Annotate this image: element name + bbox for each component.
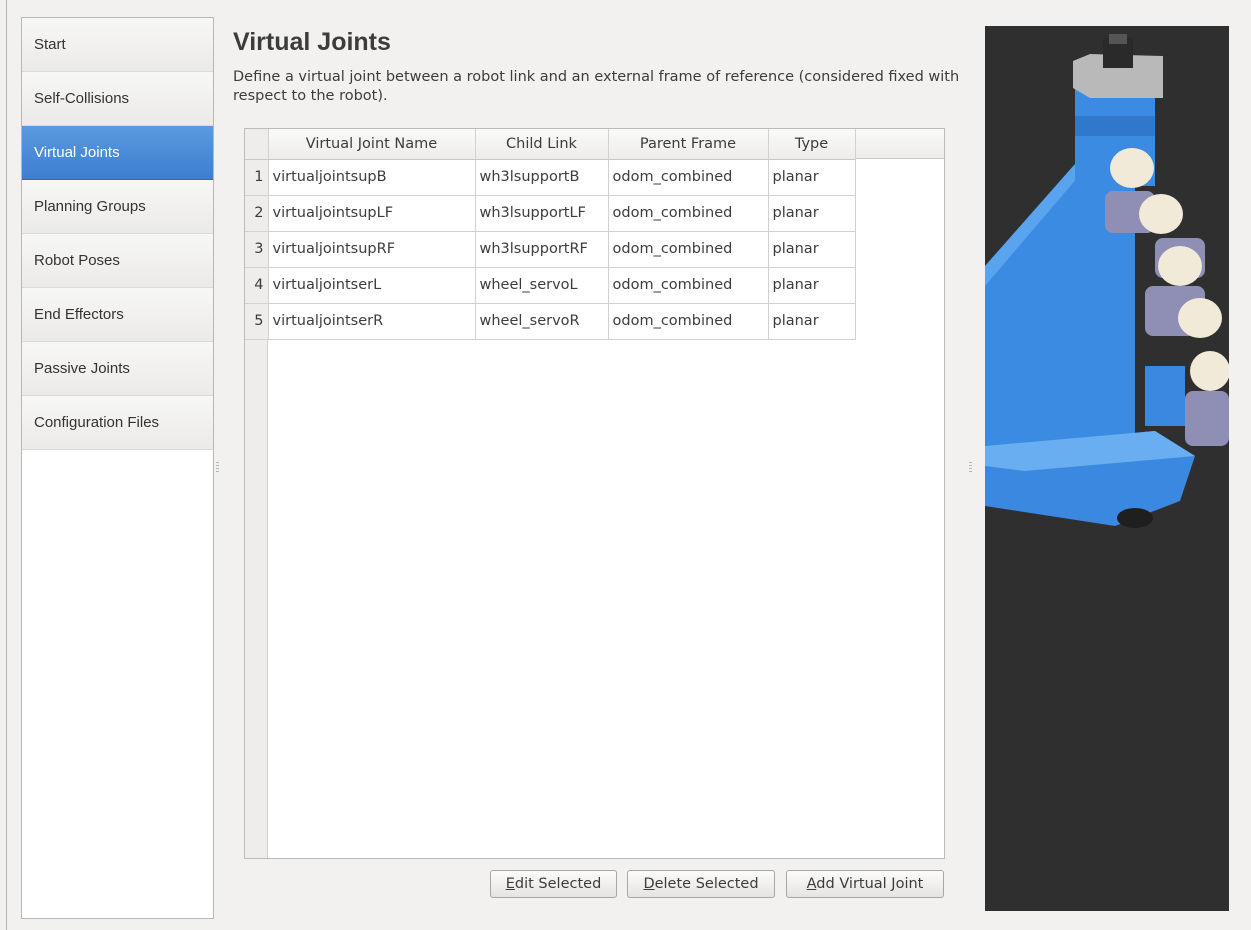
page-description: Define a virtual joint between a robot l… [233, 69, 960, 104]
sidebar-item-virtual-joints[interactable]: Virtual Joints [22, 126, 213, 180]
sidebar-item-configuration-files[interactable]: Configuration Files [22, 396, 213, 450]
column-header-name[interactable]: Virtual Joint Name [268, 129, 476, 160]
virtual-joints-table[interactable]: Virtual Joint Name Child Link Parent Fra… [244, 128, 945, 859]
sidebar-nav: Start Self-Collisions Virtual Joints Pla… [21, 17, 214, 919]
robot-3d-viewport[interactable] [985, 26, 1229, 911]
column-header-type[interactable]: Type [768, 129, 856, 160]
corner-header[interactable] [245, 129, 269, 160]
delete-label: elete Selected [654, 876, 759, 892]
sidebar-item-robot-poses[interactable]: Robot Poses [22, 234, 213, 288]
cell-parent-frame[interactable]: odom_combined [608, 231, 769, 268]
virtual-joints-grid: Virtual Joint Name Child Link Parent Fra… [245, 129, 856, 340]
edit-label: dit Selected [514, 876, 602, 892]
delete-mnemonic: D [643, 876, 655, 892]
column-header-parent-frame[interactable]: Parent Frame [608, 129, 769, 160]
add-label: dd Virtual Joint [816, 876, 924, 892]
edit-mnemonic: E [505, 876, 515, 892]
edit-selected-button[interactable]: Edit Selected [490, 870, 617, 898]
arm-joint-5 [1190, 351, 1229, 391]
cell-type[interactable]: planar [768, 195, 856, 232]
cell-type[interactable]: planar [768, 159, 856, 196]
header-filler [855, 129, 944, 159]
left-splitter-handle[interactable] [216, 462, 219, 472]
sidebar-item-start[interactable]: Start [22, 18, 213, 72]
cell-type[interactable]: planar [768, 303, 856, 340]
cell-child-link[interactable]: wheel_servoR [475, 303, 609, 340]
table-row[interactable]: 2 virtualjointsupLF wh3lsupportLF odom_c… [245, 195, 856, 232]
row-number[interactable]: 4 [245, 267, 269, 304]
cell-parent-frame[interactable]: odom_combined [608, 159, 769, 196]
cell-child-link[interactable]: wh3lsupportLF [475, 195, 609, 232]
add-virtual-joint-button[interactable]: Add Virtual Joint [786, 870, 944, 898]
row-number[interactable]: 3 [245, 231, 269, 268]
cell-child-link[interactable]: wh3lsupportRF [475, 231, 609, 268]
robot-column-band [1075, 116, 1155, 136]
cell-type[interactable]: planar [768, 267, 856, 304]
cell-parent-frame[interactable]: odom_combined [608, 303, 769, 340]
arm-link-4 [1185, 391, 1229, 446]
delete-selected-button[interactable]: Delete Selected [627, 870, 775, 898]
arm-joint-4 [1178, 298, 1222, 338]
arm-joint-2 [1139, 194, 1183, 234]
cell-joint-name[interactable]: virtualjointsupRF [268, 231, 476, 268]
table-row[interactable]: 5 virtualjointserR wheel_servoR odom_com… [245, 303, 856, 340]
cell-joint-name[interactable]: virtualjointsupB [268, 159, 476, 196]
sidebar-item-planning-groups[interactable]: Planning Groups [22, 180, 213, 234]
cell-parent-frame[interactable]: odom_combined [608, 195, 769, 232]
sidebar-item-end-effectors[interactable]: End Effectors [22, 288, 213, 342]
add-mnemonic: A [806, 876, 817, 892]
cell-joint-name[interactable]: virtualjointserL [268, 267, 476, 304]
column-header-child-link[interactable]: Child Link [475, 129, 609, 160]
cell-joint-name[interactable]: virtualjointserR [268, 303, 476, 340]
robot-model-render [985, 34, 1229, 528]
arm-joint-1 [1110, 148, 1154, 188]
cell-joint-name[interactable]: virtualjointsupLF [268, 195, 476, 232]
table-row[interactable]: 4 virtualjointserL wheel_servoL odom_com… [245, 267, 856, 304]
window-left-border [6, 0, 7, 930]
table-row[interactable]: 1 virtualjointsupB wh3lsupportB odom_com… [245, 159, 856, 196]
robot-wheel [1117, 508, 1153, 528]
sensor-head [1109, 34, 1127, 44]
arm-joint-3 [1158, 246, 1202, 286]
row-number[interactable]: 2 [245, 195, 269, 232]
cell-type[interactable]: planar [768, 231, 856, 268]
cell-child-link[interactable]: wheel_servoL [475, 267, 609, 304]
row-number[interactable]: 5 [245, 303, 269, 340]
row-number[interactable]: 1 [245, 159, 269, 196]
cell-parent-frame[interactable]: odom_combined [608, 267, 769, 304]
table-header-row: Virtual Joint Name Child Link Parent Fra… [245, 129, 856, 160]
cell-child-link[interactable]: wh3lsupportB [475, 159, 609, 196]
sidebar-item-self-collisions[interactable]: Self-Collisions [22, 72, 213, 126]
table-row[interactable]: 3 virtualjointsupRF wh3lsupportRF odom_c… [245, 231, 856, 268]
sidebar-item-passive-joints[interactable]: Passive Joints [22, 342, 213, 396]
arm-mount-block [1145, 366, 1185, 426]
page-title: Virtual Joints [233, 28, 391, 56]
right-splitter-handle[interactable] [969, 462, 972, 472]
